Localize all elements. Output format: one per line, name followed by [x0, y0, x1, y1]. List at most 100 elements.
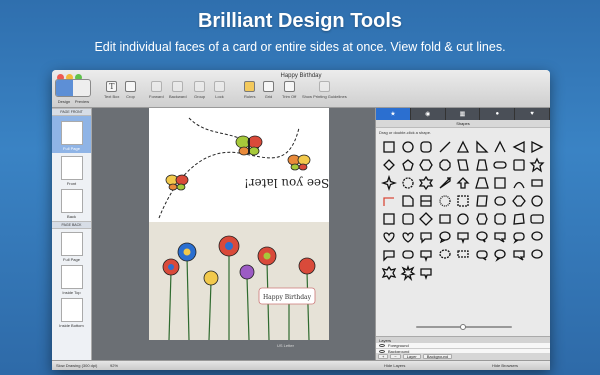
shape-tile[interactable] [454, 138, 473, 156]
shape-tile[interactable] [454, 228, 473, 246]
print-guidelines-button[interactable]: Show Printing Guidelines [302, 81, 347, 99]
zoom-level[interactable]: 92% [110, 363, 118, 368]
card-top-face[interactable]: See you later! [149, 108, 329, 222]
forward-button[interactable]: Forward [149, 81, 164, 99]
shape-tile[interactable] [528, 192, 547, 210]
shape-tile[interactable] [380, 246, 399, 264]
shape-tile[interactable] [491, 228, 510, 246]
shape-tile[interactable] [528, 210, 547, 228]
shape-tile[interactable] [399, 156, 418, 174]
preview-mode-button[interactable] [73, 80, 90, 96]
tab-person[interactable]: ● [480, 108, 516, 120]
lock-button[interactable]: Lock [214, 81, 225, 99]
shape-tile[interactable] [380, 192, 399, 210]
shape-tile[interactable] [510, 138, 529, 156]
shape-tile[interactable] [399, 264, 418, 282]
add-layer-button[interactable]: + [378, 354, 389, 359]
shape-tile[interactable] [491, 156, 510, 174]
crop-button[interactable]: Crop [125, 81, 136, 99]
shape-tile[interactable] [473, 174, 492, 192]
eye-icon[interactable] [379, 344, 385, 347]
sidebar-item-front[interactable]: Front [52, 156, 91, 186]
shape-tile[interactable] [380, 174, 399, 192]
shape-tile[interactable] [510, 192, 529, 210]
shape-tile[interactable] [491, 210, 510, 228]
rulers-button[interactable]: Rulers [244, 81, 256, 99]
shape-tile[interactable] [528, 174, 547, 192]
shape-tile[interactable] [510, 228, 529, 246]
mode-segmented-control[interactable] [55, 79, 91, 97]
shape-tile[interactable] [399, 192, 418, 210]
shape-tile[interactable] [473, 228, 492, 246]
shape-tile[interactable] [399, 138, 418, 156]
shape-tile[interactable] [454, 192, 473, 210]
shape-tile[interactable] [417, 264, 436, 282]
card-bottom-face[interactable]: Happy Birthday [149, 222, 329, 341]
shape-tile[interactable] [417, 156, 436, 174]
hide-browsers-button[interactable]: Hide Browsers [492, 363, 518, 368]
tab-star[interactable]: ★ [376, 108, 411, 120]
sidebar-item-back-full-page[interactable]: Full Page [52, 232, 91, 262]
remove-layer-button[interactable]: − [390, 354, 401, 359]
shape-tile[interactable] [417, 192, 436, 210]
shape-tile[interactable] [510, 174, 529, 192]
shape-tile[interactable] [510, 210, 529, 228]
shape-tile[interactable] [399, 210, 418, 228]
slider-knob[interactable] [460, 324, 466, 330]
shape-tile[interactable] [380, 228, 399, 246]
design-canvas[interactable]: See you later! Happy Birthday US Letter [92, 108, 375, 360]
shape-tile[interactable] [473, 192, 492, 210]
shape-tile[interactable] [417, 228, 436, 246]
shape-tile[interactable] [454, 174, 473, 192]
shape-tile[interactable] [436, 210, 455, 228]
group-button[interactable]: Group [194, 81, 205, 99]
shape-tile[interactable] [473, 210, 492, 228]
card-message-text[interactable]: See you later! [244, 176, 329, 190]
shape-tile[interactable] [380, 210, 399, 228]
sidebar-item-inside-top[interactable]: Inside Top [52, 265, 91, 295]
shape-tile[interactable] [417, 246, 436, 264]
shape-tile[interactable] [491, 246, 510, 264]
grid-button[interactable]: Grid [263, 81, 274, 99]
card-page[interactable]: See you later! Happy Birthday [149, 108, 329, 341]
tab-grid[interactable]: ▦ [446, 108, 481, 120]
shape-tile[interactable] [528, 228, 547, 246]
shape-tile[interactable] [454, 246, 473, 264]
shape-tile[interactable] [491, 174, 510, 192]
trim-off-button[interactable]: Trim Off [282, 81, 296, 99]
shape-tile[interactable] [436, 138, 455, 156]
shape-tile[interactable] [436, 192, 455, 210]
shape-tile[interactable] [417, 210, 436, 228]
shape-tile[interactable] [528, 138, 547, 156]
text-box-button[interactable]: T Text Box [104, 81, 119, 99]
shape-size-slider[interactable] [416, 324, 512, 330]
shape-tile[interactable] [399, 246, 418, 264]
shape-tile[interactable] [417, 174, 436, 192]
sidebar-item-back[interactable]: Back [52, 189, 91, 219]
sidebar-item-inside-bottom[interactable]: Inside Bottom [52, 298, 91, 328]
tab-camera[interactable]: ◉ [411, 108, 446, 120]
shape-tile[interactable] [528, 246, 547, 264]
hide-layers-button[interactable]: Hide Layers [384, 363, 405, 368]
shape-tile[interactable] [417, 138, 436, 156]
sidebar-item-front-full-page[interactable]: Full Page [52, 116, 91, 153]
shape-tile[interactable] [399, 228, 418, 246]
shape-tile[interactable] [454, 156, 473, 174]
shape-tile[interactable] [491, 138, 510, 156]
tab-heart[interactable]: ♥ [515, 108, 550, 120]
backward-button[interactable]: Backward [169, 81, 187, 99]
design-mode-button[interactable] [56, 80, 73, 96]
shape-tile[interactable] [380, 264, 399, 282]
shape-tile[interactable] [528, 156, 547, 174]
shape-tile[interactable] [436, 156, 455, 174]
shape-tile[interactable] [473, 138, 492, 156]
shape-tile[interactable] [491, 192, 510, 210]
shape-tile[interactable] [436, 246, 455, 264]
shape-tile[interactable] [436, 174, 455, 192]
shape-tile[interactable] [399, 174, 418, 192]
shape-tile[interactable] [436, 228, 455, 246]
shape-tile[interactable] [380, 156, 399, 174]
layer-menu[interactable]: Layer [402, 354, 421, 359]
shape-tile[interactable] [473, 246, 492, 264]
shape-tile[interactable] [380, 138, 399, 156]
